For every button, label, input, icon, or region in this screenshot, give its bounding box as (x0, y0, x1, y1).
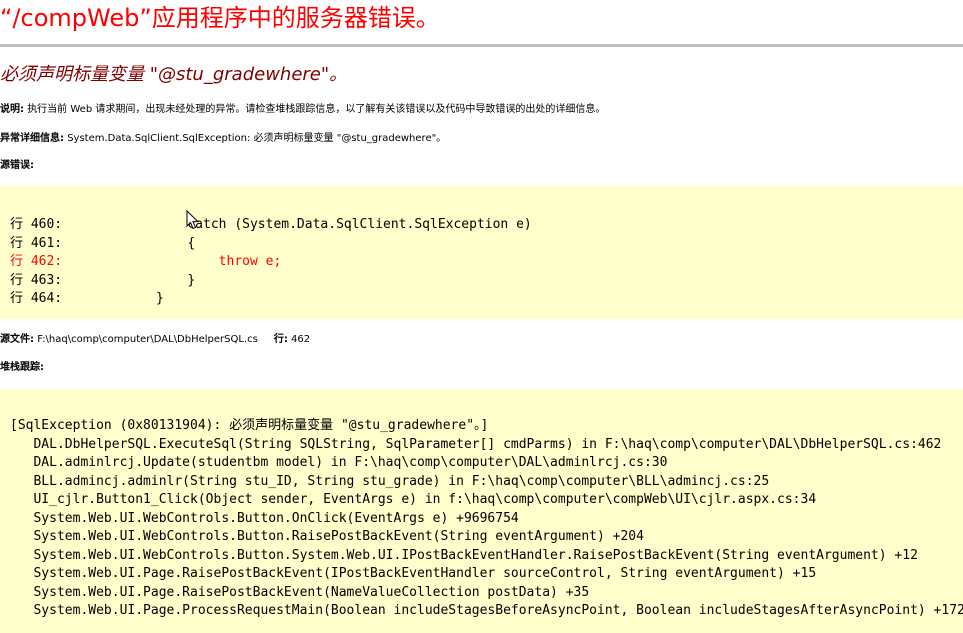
stack-trace-text: [SqlException (0x80131904): 必须声明标量变量 "@s… (10, 417, 963, 621)
stack-trace-line: [SqlException (0x80131904): 必须声明标量变量 "@s… (10, 418, 489, 433)
stack-trace-block: [SqlException (0x80131904): 必须声明标量变量 "@s… (0, 389, 963, 633)
source-line-label: 行: (273, 334, 288, 345)
source-line: 行 461: { (10, 235, 196, 251)
mouse-pointer-icon (186, 210, 200, 230)
source-line: 行 460: catch (System.Data.SqlClient.SqlE… (10, 217, 532, 232)
source-line-number: 462 (291, 334, 311, 345)
exception-details: 异常详细信息: System.Data.SqlClient.SqlExcepti… (0, 132, 446, 146)
stack-trace-line: System.Web.UI.WebControls.Button.System.… (10, 547, 918, 563)
exception-details-text: System.Data.SqlClient.SqlException: 必须声明… (67, 133, 447, 144)
error-heading: 必须声明标量变量 "@stu_gradewhere"。 (0, 64, 348, 85)
source-line-error: 行 462: throw e; (10, 254, 282, 269)
description: 说明: 执行当前 Web 请求期间，出现未经处理的异常。请检查堆栈跟踪信息，以了… (0, 103, 605, 117)
source-line: 行 464: } (10, 291, 164, 306)
stack-trace-line: DAL.DbHelperSQL.ExecuteSql(String SQLStr… (10, 436, 942, 452)
stack-trace-line: System.Web.UI.WebControls.Button.OnClick… (10, 510, 519, 526)
source-error-label: 源错误: (0, 160, 34, 171)
stack-trace-line: System.Web.UI.Page.ProcessRequestMain(Bo… (10, 603, 963, 618)
stack-trace-line: DAL.adminlrcj.Update(studentbm model) in… (10, 455, 668, 470)
stack-trace-line: System.Web.UI.Page.RaisePostBackEvent(IP… (10, 566, 817, 581)
exception-details-label: 异常详细信息: (0, 133, 64, 144)
stack-trace-label: 堆栈跟踪: (0, 362, 44, 373)
stack-trace-line: BLL.admincj.adminlr(String stu_ID, Strin… (10, 473, 770, 489)
source-file-info: 源文件: F:\haq\comp\computer\DAL\DbHelperSQ… (0, 333, 310, 347)
source-code: 行 460: catch (System.Data.SqlClient.SqlE… (10, 216, 532, 309)
source-error-section: 源错误: (0, 159, 34, 173)
title-divider (0, 44, 963, 47)
source-line: 行 463: } (10, 272, 196, 288)
page-title: “/compWeb”应用程序中的服务器错误。 (0, 4, 440, 32)
description-label: 说明: (0, 104, 24, 115)
description-text: 执行当前 Web 请求期间，出现未经处理的异常。请检查堆栈跟踪信息，以了解有关该… (27, 104, 606, 115)
source-error-block: 行 460: catch (System.Data.SqlClient.SqlE… (0, 186, 963, 319)
stack-trace-line: System.Web.UI.Page.RaisePostBackEvent(Na… (10, 584, 590, 600)
source-file-path: F:\haq\comp\computer\DAL\DbHelperSQL.cs (37, 334, 258, 345)
stack-trace-line: System.Web.UI.WebControls.Button.RaisePo… (10, 529, 644, 544)
stack-trace-section: 堆栈跟踪: (0, 361, 44, 375)
stack-trace-line: UI_cjlr.Button1_Click(Object sender, Eve… (10, 492, 817, 507)
source-file-label: 源文件: (0, 334, 34, 345)
